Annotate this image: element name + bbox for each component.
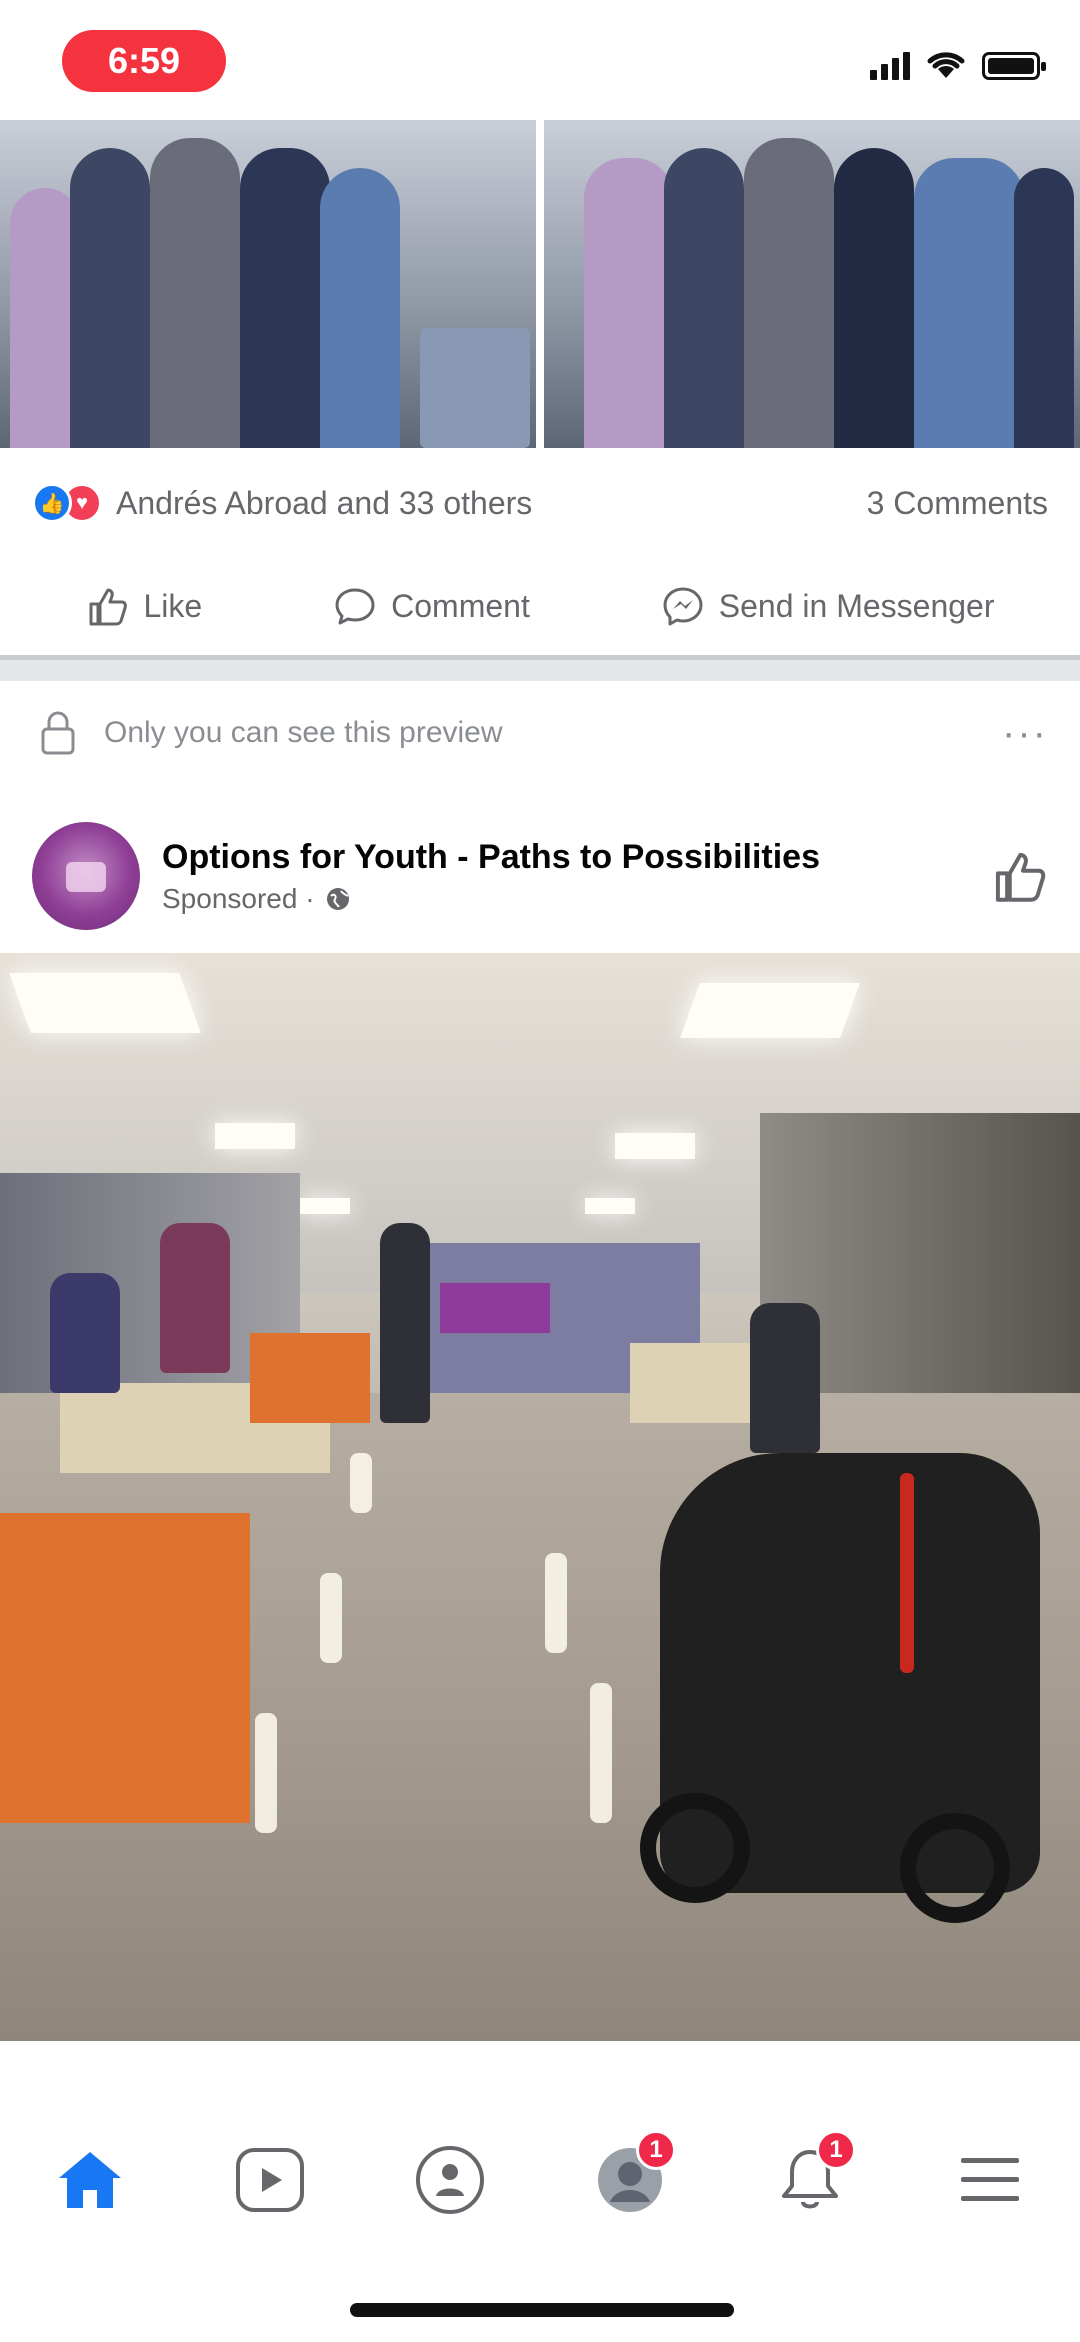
nav-groups[interactable] [410, 2140, 490, 2220]
ceiling-light [300, 1198, 350, 1214]
messenger-icon [663, 587, 703, 626]
floor-reflection [545, 1553, 567, 1653]
person-figure [50, 1273, 120, 1393]
table [0, 1513, 250, 1823]
floor-reflection [350, 1453, 372, 1513]
comment-icon [335, 588, 375, 625]
person-figure [160, 1223, 230, 1373]
signal-icon [870, 50, 910, 80]
nav-watch[interactable] [230, 2140, 310, 2220]
sponsored-row: Sponsored · [162, 883, 990, 915]
thumbs-up-outline-icon [995, 852, 1046, 902]
reaction-icons: 👍 ♥ [32, 483, 102, 523]
floor-reflection [320, 1573, 342, 1663]
watch-icon [236, 2148, 304, 2212]
person-figure [380, 1223, 430, 1423]
page-name[interactable]: Options for Youth - Paths to Possibiliti… [162, 838, 990, 877]
home-indicator[interactable] [350, 2303, 734, 2317]
table [630, 1343, 750, 1423]
table [250, 1333, 370, 1423]
like-label: Like [143, 587, 203, 624]
ceiling-light [585, 1198, 635, 1214]
person-figure [750, 1303, 820, 1453]
ceiling-light [615, 1133, 695, 1159]
nav-profile[interactable]: 1 [590, 2130, 676, 2220]
sponsored-label: Sponsored · [162, 882, 315, 914]
sponsored-post-header: Options for Youth - Paths to Possibiliti… [32, 820, 1048, 932]
previous-post-photo-left[interactable] [0, 120, 536, 448]
comment-label: Comment [391, 587, 530, 624]
preview-notice: Only you can see this preview ··· [38, 700, 1048, 766]
floor-reflection [255, 1713, 277, 1833]
send-messenger-label: Send in Messenger [718, 587, 995, 624]
lock-icon [41, 711, 75, 755]
previous-post-photo-right[interactable] [544, 120, 1080, 448]
wifi-icon [927, 52, 965, 78]
ceiling-light [9, 973, 201, 1033]
post-actions: Like Comment Send in Messenger [0, 570, 1080, 642]
like-button[interactable]: Like [85, 584, 202, 628]
bottom-nav: 1 1 [0, 2100, 1080, 2260]
like-page-button[interactable] [990, 847, 1048, 905]
post-meta: Options for Youth - Paths to Possibiliti… [162, 838, 990, 915]
thumbs-up-icon [89, 588, 128, 626]
status-bar: 6:59 [0, 0, 1080, 120]
notifications-badge: 1 [816, 2130, 856, 2170]
nav-home[interactable] [50, 2140, 130, 2220]
stroller-wheel [640, 1793, 750, 1903]
comment-button[interactable]: Comment [333, 584, 530, 628]
status-time: 6:59 [62, 30, 226, 92]
stroller-trim [900, 1473, 914, 1673]
reactions-row[interactable]: 👍 ♥ Andrés Abroad and 33 others 3 Commen… [32, 470, 1048, 536]
hamburger-menu-icon [961, 2158, 1019, 2201]
globe-icon [326, 887, 349, 910]
more-options-icon[interactable]: ··· [1002, 711, 1048, 756]
ceiling-light [215, 1123, 295, 1149]
banner [440, 1283, 550, 1333]
nav-notifications[interactable]: 1 [770, 2130, 856, 2220]
like-reaction-icon: 👍 [32, 483, 72, 523]
stroller-wheel [900, 1813, 1010, 1923]
reactions-summary[interactable]: Andrés Abroad and 33 others [116, 485, 867, 522]
battery-icon [982, 52, 1046, 80]
home-icon [59, 2152, 121, 2208]
comments-count[interactable]: 3 Comments [867, 485, 1048, 522]
page-avatar[interactable] [32, 822, 140, 930]
floor-reflection [590, 1683, 612, 1823]
nav-menu[interactable] [950, 2140, 1030, 2220]
feed-divider [0, 655, 1080, 681]
status-icons [870, 48, 1046, 80]
sponsored-post-photo[interactable] [0, 953, 1080, 2041]
preview-notice-text: Only you can see this preview [104, 716, 503, 749]
send-messenger-button[interactable]: Send in Messenger [661, 584, 995, 628]
ceiling-light [679, 983, 861, 1038]
profile-badge: 1 [636, 2130, 676, 2170]
groups-icon [416, 2146, 484, 2214]
previous-post-photos[interactable] [0, 120, 1080, 448]
